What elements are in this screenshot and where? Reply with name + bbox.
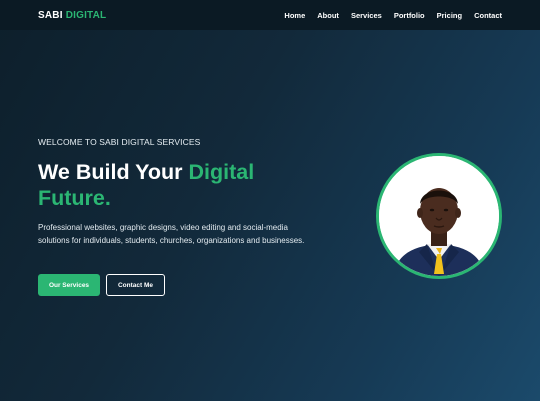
nav-home[interactable]: Home xyxy=(284,11,305,20)
nav-contact[interactable]: Contact xyxy=(474,11,502,20)
profile-photo xyxy=(376,153,502,279)
nav-services[interactable]: Services xyxy=(351,11,382,20)
hero-page: SABI DIGITAL Home About Services Portfol… xyxy=(0,0,540,401)
hero-description: Professional websites, graphic designs, … xyxy=(38,223,305,245)
our-services-button[interactable]: Our Services xyxy=(38,274,100,296)
hero-eyebrow: WELCOME TO SABI DIGITAL SERVICES xyxy=(38,137,201,147)
brand-name-part1: SABI xyxy=(38,9,63,21)
navbar: SABI DIGITAL Home About Services Portfol… xyxy=(0,0,540,30)
nav-portfolio[interactable]: Portfolio xyxy=(394,11,425,20)
page-bottom-edge xyxy=(0,401,540,405)
headline-part3: Future. xyxy=(38,186,111,210)
hero-buttons: Our Services Contact Me xyxy=(38,274,165,296)
headline-highlight: Digital xyxy=(188,160,255,184)
headline-part1: We Build Your xyxy=(38,160,183,184)
brand-name-part2: DIGITAL xyxy=(65,9,107,21)
hero-text-block: WELCOME TO SABI DIGITAL SERVICES We Buil… xyxy=(38,137,318,247)
contact-me-button[interactable]: Contact Me xyxy=(106,274,165,296)
hero-headline: We Build Your Digital Future. xyxy=(38,159,318,211)
profile-photo-icon xyxy=(379,156,499,276)
nav-pricing[interactable]: Pricing xyxy=(437,11,462,20)
nav-about[interactable]: About xyxy=(317,11,339,20)
nav-menu: Home About Services Portfolio Pricing Co… xyxy=(284,11,502,20)
brand-logo[interactable]: SABI DIGITAL xyxy=(38,10,106,21)
